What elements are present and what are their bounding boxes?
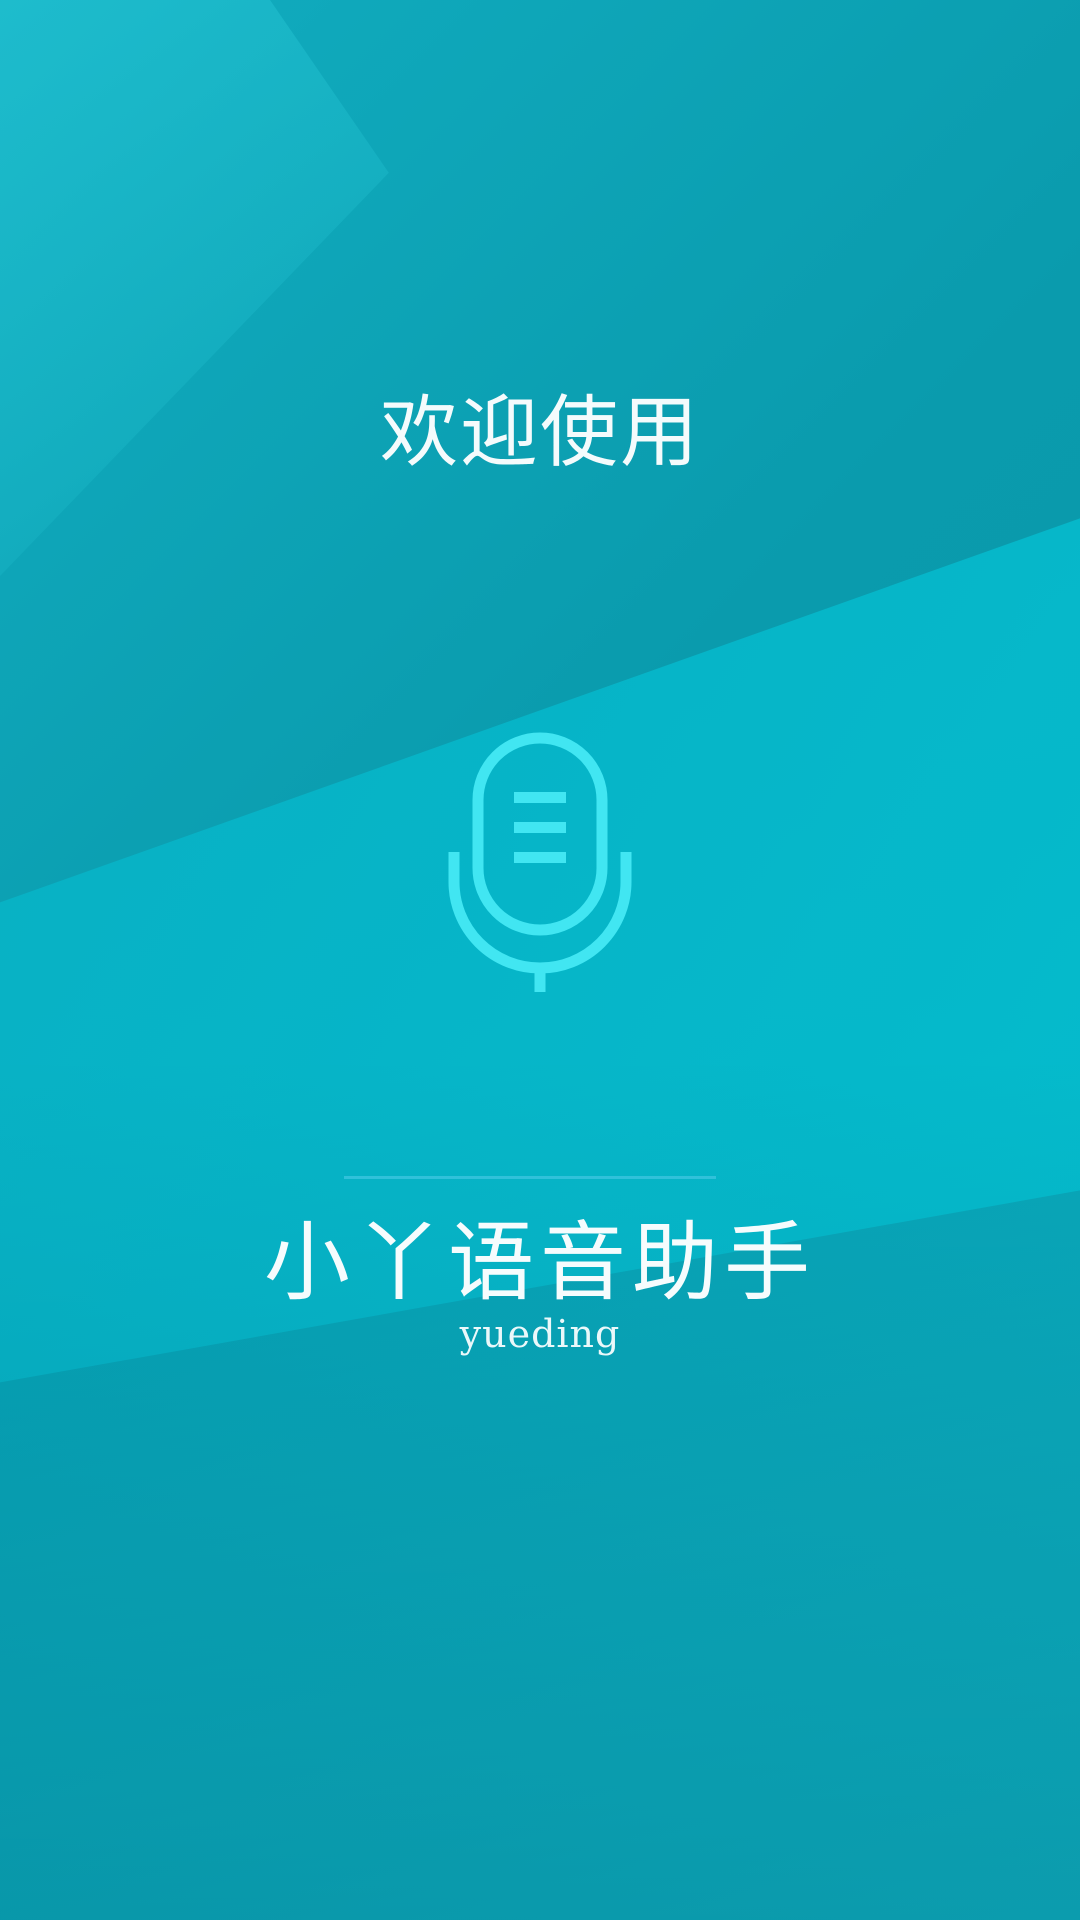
title-divider <box>344 1176 716 1179</box>
welcome-heading: 欢迎使用 <box>379 388 700 478</box>
app-name: 小丫语音助手 <box>264 1213 816 1313</box>
microphone-icon <box>448 732 632 992</box>
splash-screen: 欢迎使用 小丫语音助手 yueding <box>0 0 1080 1920</box>
app-subtitle: yueding <box>459 1312 621 1356</box>
